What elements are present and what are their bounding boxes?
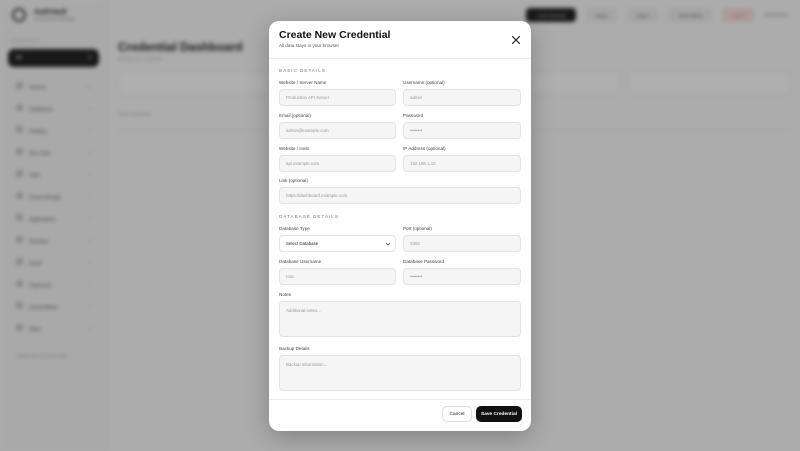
link-label: Link (optional): [279, 178, 308, 183]
ip-address-input[interactable]: 192.168.1.10: [403, 155, 521, 172]
db-username-label: Database Username: [279, 259, 322, 264]
password-label: Password: [403, 113, 424, 118]
ip-address-label: IP Address (optional): [403, 146, 446, 151]
dialog-header: Create New Credential All data stays in …: [279, 29, 521, 57]
notes-textarea[interactable]: Additional notes...: [279, 301, 521, 337]
email-label: Email (optional): [279, 113, 311, 118]
dialog-description: All data stays in your browser: [279, 43, 339, 48]
save-credential-button[interactable]: Save Credential: [476, 406, 522, 422]
header-divider: [269, 58, 531, 59]
chevron-down-icon: [385, 242, 391, 246]
database-type-value: Select Database: [286, 241, 319, 246]
username-input[interactable]: admin: [403, 89, 521, 106]
section-title-database: DATABASE DETAILS: [279, 214, 339, 219]
notes-label: Notes: [279, 292, 292, 297]
link-input[interactable]: https://dashboard.example.com: [279, 187, 521, 204]
port-label: Port (optional): [403, 226, 432, 231]
website-host-label: Website / Host: [279, 146, 309, 151]
username-label: Username (optional): [403, 80, 445, 85]
db-password-input[interactable]: ••••••••: [403, 268, 521, 285]
section-title-basic: BASIC DETAILS: [279, 68, 326, 73]
website-host-input[interactable]: api.example.com: [279, 155, 396, 172]
db-password-label: Database Password: [403, 259, 445, 264]
database-type-label: Database Type: [279, 226, 310, 231]
password-input[interactable]: ••••••••: [403, 122, 521, 139]
close-icon[interactable]: [511, 35, 521, 45]
website-name-input[interactable]: Production API Server: [279, 89, 396, 106]
email-input[interactable]: admin@example.com: [279, 122, 396, 139]
port-input[interactable]: 3306: [403, 235, 521, 252]
cancel-button[interactable]: Cancel: [442, 406, 472, 422]
dialog-title: Create New Credential: [279, 29, 391, 41]
db-username-input[interactable]: root: [279, 268, 396, 285]
database-type-select[interactable]: Select Database: [279, 235, 396, 252]
backup-textarea[interactable]: Backup information...: [279, 355, 521, 391]
website-name-label: Website / Server Name: [279, 80, 327, 85]
backup-label: Backup Details: [279, 346, 310, 351]
footer-divider: [269, 399, 531, 400]
create-credential-dialog: Create New Credential All data stays in …: [269, 21, 531, 431]
